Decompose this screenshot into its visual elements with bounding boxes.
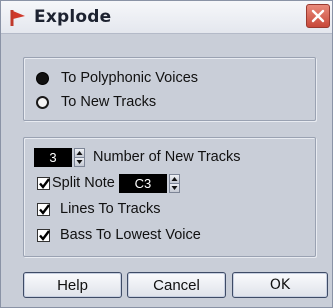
option-polyphonic-voices-label: To Polyphonic Voices	[61, 70, 199, 86]
stepper-up-button[interactable]	[168, 173, 180, 183]
help-button[interactable]: Help	[23, 272, 122, 298]
number-of-new-tracks-stepper[interactable]	[74, 147, 85, 167]
number-of-new-tracks-field[interactable]: 3	[34, 147, 72, 167]
option-new-tracks[interactable]: To New Tracks	[36, 92, 156, 112]
lines-to-tracks-label: Lines To Tracks	[60, 201, 161, 217]
dialog-title: Explode	[34, 7, 112, 27]
option-new-tracks-label: To New Tracks	[61, 94, 157, 110]
title-bar: Explode	[1, 1, 332, 34]
stepper-up-button[interactable]	[74, 147, 85, 157]
explode-settings-group: 3 Number of New Tracks Split Note C3 Lin…	[23, 137, 316, 257]
lines-to-tracks-row[interactable]: Lines To Tracks	[37, 199, 160, 219]
arrow-up-icon	[171, 176, 178, 181]
split-note-stepper[interactable]	[168, 173, 180, 193]
radio-new-tracks[interactable]	[36, 95, 49, 109]
stepper-down-button[interactable]	[74, 156, 85, 167]
arrow-down-icon	[171, 185, 178, 190]
arrow-down-icon	[76, 159, 83, 164]
number-of-new-tracks-row: 3 Number of New Tracks	[34, 147, 240, 167]
split-note-checkbox[interactable]	[37, 176, 50, 190]
close-button[interactable]	[306, 4, 330, 28]
checkmark-icon	[39, 177, 50, 189]
number-of-new-tracks-label: Number of New Tracks	[93, 149, 241, 165]
close-icon	[311, 9, 325, 23]
bass-to-lowest-voice-label: Bass To Lowest Voice	[60, 227, 201, 243]
bass-to-lowest-voice-checkbox[interactable]	[37, 228, 50, 242]
split-note-row: Split Note C3	[37, 173, 188, 193]
checkmark-icon	[39, 203, 50, 215]
radio-polyphonic-voices[interactable]	[36, 71, 49, 85]
lines-to-tracks-checkbox[interactable]	[37, 202, 50, 216]
split-note-label: Split Note	[52, 175, 115, 191]
ok-button[interactable]: OK	[232, 272, 328, 298]
explode-dialog: Explode To Polyphonic Voices To New Trac…	[0, 0, 333, 308]
stepper-down-button[interactable]	[168, 182, 180, 193]
checkmark-icon	[39, 229, 50, 241]
option-polyphonic-voices[interactable]: To Polyphonic Voices	[36, 68, 198, 88]
cancel-button[interactable]: Cancel	[127, 272, 226, 298]
arrow-up-icon	[76, 150, 83, 155]
cubase-logo-icon	[10, 9, 28, 27]
bass-to-lowest-voice-row[interactable]: Bass To Lowest Voice	[37, 225, 201, 245]
split-note-field[interactable]: C3	[118, 173, 167, 193]
explode-mode-group: To Polyphonic Voices To New Tracks	[23, 57, 316, 121]
